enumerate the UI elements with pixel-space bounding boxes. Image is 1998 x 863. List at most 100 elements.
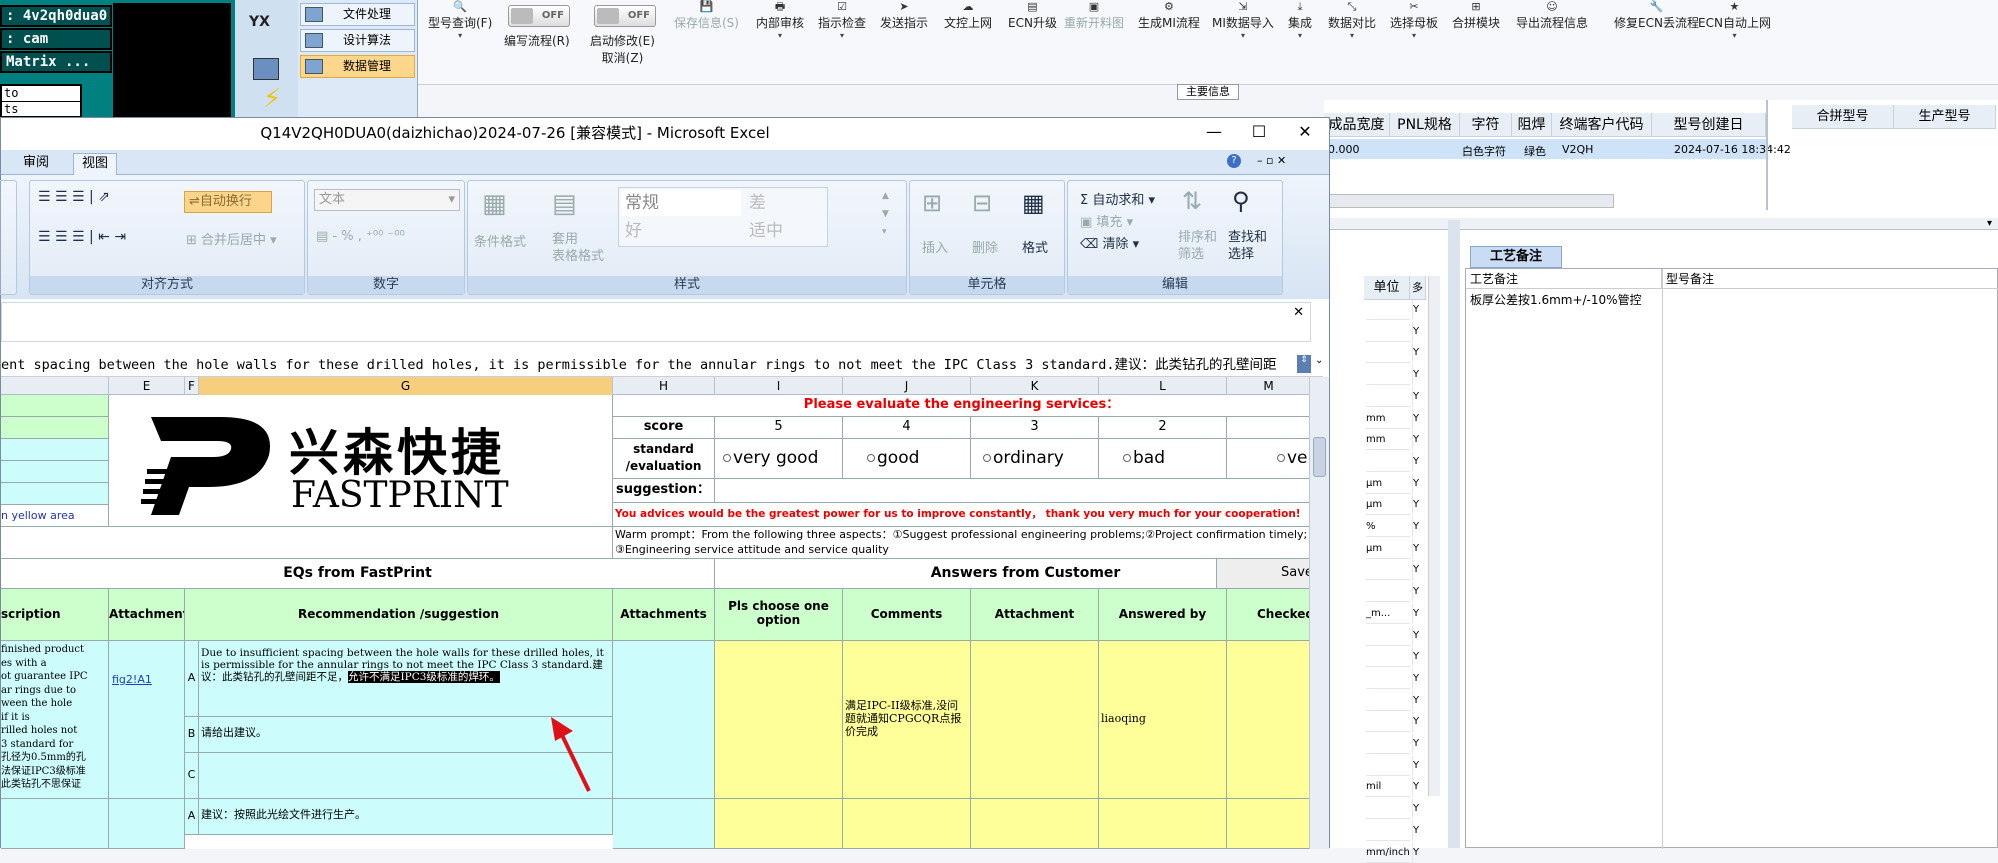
send-instruction-button[interactable]: ➤ 发送指示: [880, 0, 928, 31]
flag-cell[interactable]: Y: [1412, 430, 1426, 451]
grid-header[interactable]: 合拼型号: [1792, 105, 1894, 129]
flag-cell[interactable]: Y: [1412, 755, 1426, 776]
unit-cell[interactable]: _m...: [1366, 604, 1410, 624]
grid-header[interactable]: 单位: [1364, 276, 1410, 300]
grid-vscrollbar[interactable]: [1428, 276, 1440, 796]
column-header[interactable]: [1, 377, 109, 395]
unit-cell[interactable]: [1366, 343, 1410, 364]
ribbon-minimize-icon[interactable]: – ▫ ✕: [1257, 154, 1286, 167]
spreadsheet[interactable]: n yellow area 兴森快捷 FASTPRINT Please eval…: [1, 395, 1311, 849]
unit-cell[interactable]: [1366, 365, 1410, 386]
flag-cell[interactable]: Y: [1412, 842, 1426, 863]
scroll-thumb[interactable]: [1313, 437, 1326, 477]
sort-filter-button[interactable]: 排序和 筛选: [1178, 229, 1217, 263]
autosum-button[interactable]: Σ 自动求和 ▾: [1080, 189, 1155, 208]
style-good[interactable]: 好: [621, 218, 741, 244]
unit-cell[interactable]: [1366, 387, 1410, 407]
flag-cell[interactable]: Y: [1412, 386, 1426, 407]
unit-cell[interactable]: [1366, 712, 1410, 733]
data-compare-button[interactable]: ⤡ 数据对比 ▾: [1328, 0, 1376, 40]
cell[interactable]: [109, 799, 185, 849]
grid-header[interactable]: 生产型号: [1894, 105, 1996, 129]
cell[interactable]: [1, 395, 109, 417]
recommendation-a[interactable]: Due to insufficient spacing between the …: [199, 641, 613, 717]
unit-cell[interactable]: [1366, 300, 1410, 320]
flag-cell[interactable]: Y: [1412, 451, 1426, 472]
formula-content[interactable]: ent spacing between the hole walls for t…: [1, 355, 1323, 377]
lightning-icon[interactable]: ⚡: [263, 84, 281, 114]
column-header[interactable]: F: [185, 377, 199, 395]
model-query-button[interactable]: 🔍 型号查询(F) ▾: [428, 0, 492, 40]
column-header[interactable]: J: [843, 377, 971, 395]
flag-cell[interactable]: Y: [1412, 777, 1426, 798]
menu-design-algorithm[interactable]: 设计算法: [300, 29, 415, 52]
cell[interactable]: [843, 799, 971, 849]
flag-cell[interactable]: Y: [1412, 365, 1426, 386]
format-button[interactable]: 格式: [1022, 237, 1048, 256]
column-header[interactable]: I: [715, 377, 843, 395]
cond-format-button[interactable]: 条件格式: [474, 231, 526, 250]
recut-drawing-button[interactable]: ▣ 重新开料图: [1064, 0, 1124, 31]
grid-header[interactable]: 多: [1410, 276, 1426, 300]
unit-cell[interactable]: mm/inch: [1366, 843, 1410, 863]
unit-cell[interactable]: [1366, 821, 1410, 841]
ecn-upgrade-button[interactable]: ▤ ECN升级: [1008, 0, 1057, 31]
column-header[interactable]: M: [1227, 377, 1311, 395]
rating-bad[interactable]: bad: [1099, 439, 1227, 479]
formula-bar-area[interactable]: ✕: [1, 302, 1311, 342]
flag-cell[interactable]: Y: [1412, 799, 1426, 820]
style-neutral[interactable]: 适中: [743, 218, 823, 244]
process-note-text[interactable]: 板厚公差按1.6mm+/-10%管控: [1470, 291, 1642, 308]
select-board-button[interactable]: ✂ 选择母板 ▾: [1390, 0, 1438, 40]
column-header[interactable]: G: [199, 377, 613, 395]
internal-review-button[interactable]: 🖶 内部审核 ▾: [756, 0, 804, 40]
flag-cell[interactable]: Y: [1412, 473, 1426, 494]
radio-icon[interactable]: [723, 454, 731, 462]
terminal-input[interactable]: to ts: [0, 84, 82, 118]
find-select-button[interactable]: 查找和 选择: [1228, 229, 1267, 263]
attachment-cell[interactable]: [971, 641, 1099, 799]
table-format-button[interactable]: 套用 表格格式: [552, 231, 604, 265]
write-flow-toggle[interactable]: OFF: [508, 5, 570, 27]
wrap-text-button[interactable]: ⇌自动换行: [184, 191, 272, 213]
flag-cell[interactable]: Y: [1412, 690, 1426, 711]
unit-cell[interactable]: [1366, 756, 1410, 776]
start-modify-toggle[interactable]: OFF: [594, 5, 656, 27]
choose-option-cell[interactable]: [715, 641, 843, 799]
menu-data-management[interactable]: 数据管理: [300, 55, 415, 78]
unit-cell[interactable]: [1366, 322, 1410, 342]
flag-cell[interactable]: Y: [1412, 603, 1426, 624]
generate-mi-button[interactable]: ⚙ 生成MI流程: [1138, 0, 1200, 31]
flag-cell[interactable]: Y: [1412, 343, 1426, 364]
radio-icon[interactable]: [867, 454, 875, 462]
sheet-vscrollbar[interactable]: [1309, 377, 1329, 849]
mi-import-button[interactable]: ⇲ MI数据导入 ▾: [1212, 0, 1274, 40]
unit-cell[interactable]: µm: [1366, 495, 1410, 516]
radio-icon[interactable]: [983, 454, 991, 462]
cell[interactable]: [971, 799, 1099, 849]
radio-icon[interactable]: [1123, 454, 1131, 462]
number-format-select[interactable]: 文本 ▾: [314, 189, 460, 211]
flag-cell[interactable]: Y: [1412, 647, 1426, 668]
flag-cell[interactable]: Y: [1412, 300, 1426, 320]
column-header[interactable]: E: [109, 377, 185, 395]
flag-cell[interactable]: Y: [1412, 560, 1426, 581]
help-icon[interactable]: ?: [1227, 154, 1241, 168]
main-info-tab[interactable]: 主要信息: [1177, 84, 1239, 100]
unit-cell[interactable]: mil: [1366, 777, 1410, 798]
rating-good[interactable]: good: [843, 439, 971, 479]
save-info-button[interactable]: 💾 保存信息(S): [674, 0, 739, 31]
merge-center-button[interactable]: ⊞ 合并后居中 ▾: [186, 229, 277, 248]
comment-cell[interactable]: 满足IPC-II级标准,没问题就通知CPGCQR点报价完成: [843, 641, 971, 799]
rating-very-good-2[interactable]: ve: [1227, 439, 1311, 479]
eq-description[interactable]: finished product es with a ot guarantee …: [1, 641, 109, 799]
cell[interactable]: [1, 799, 109, 849]
flag-cell[interactable]: Y: [1412, 408, 1426, 429]
unit-cell[interactable]: [1366, 582, 1410, 603]
doc-upload-button[interactable]: ☁ 文控上网: [944, 0, 992, 31]
unit-cell[interactable]: [1366, 691, 1410, 711]
cancel-label[interactable]: 取消(Z): [602, 51, 644, 65]
flag-cell[interactable]: Y: [1412, 321, 1426, 342]
unit-cell[interactable]: [1366, 799, 1410, 820]
cell-styles-gallery[interactable]: 常规 差 好 适中: [618, 187, 828, 247]
